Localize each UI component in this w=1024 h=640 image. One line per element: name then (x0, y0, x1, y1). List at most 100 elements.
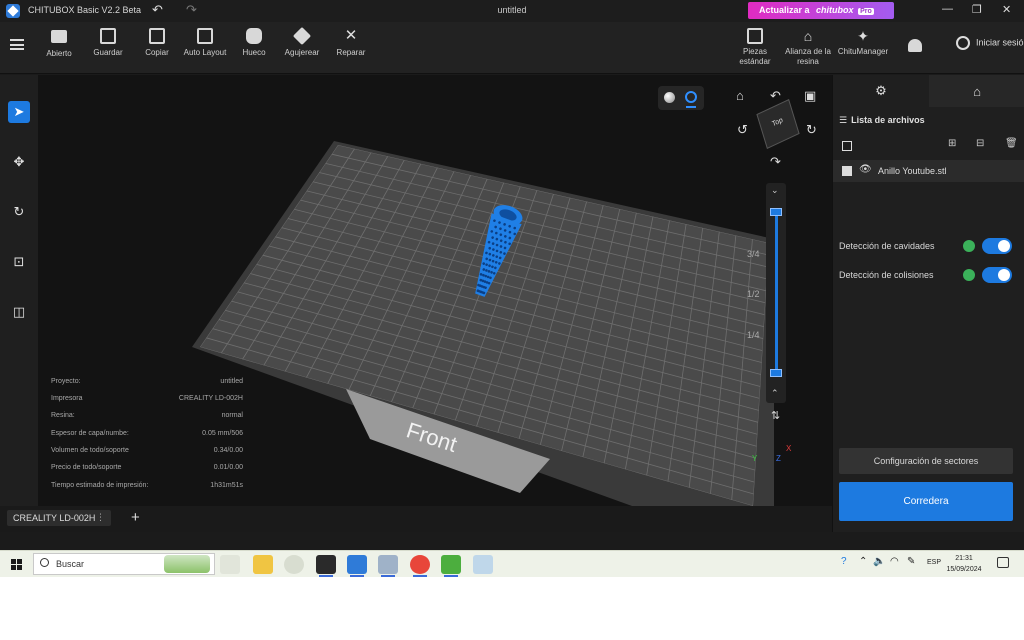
solid-render-icon[interactable] (664, 92, 675, 103)
clock-date: 15/09/2024 (946, 566, 982, 573)
add-printer-icon[interactable]: + (131, 509, 140, 526)
tab-supports[interactable]: ⌂ (929, 75, 1024, 107)
layer-slider[interactable]: ⌄ ⌃ (766, 183, 786, 403)
search-highlight-image (164, 555, 210, 573)
copy-icon (149, 28, 165, 44)
open-button[interactable]: Abierto (44, 28, 74, 58)
volume-icon[interactable]: 🔈 (873, 556, 885, 567)
select-all-checkbox[interactable] (842, 141, 852, 151)
pen-tool-icon[interactable] (473, 555, 493, 574)
minimize-icon[interactable]: — (942, 3, 953, 15)
pro-badge: Pro (858, 8, 874, 15)
resin-alliance-label-1: Alianza de la (785, 47, 831, 56)
file-explorer-icon[interactable] (253, 555, 273, 574)
delete-icon[interactable]: 🗑 (1005, 138, 1018, 149)
3d-viewport[interactable]: Front (38, 75, 832, 506)
info-row: Espesor de capa/numbe: 0.05 mm/506 (51, 430, 243, 437)
rotate-right-icon[interactable]: ↻ (806, 122, 817, 138)
status-ok-icon (963, 269, 975, 281)
maximize-icon[interactable]: ❐ (972, 3, 982, 16)
file-name: Anillo Youtube.stl (878, 166, 947, 176)
repair-button[interactable]: ✕ Reparar (336, 27, 366, 58)
hollow-label: Hueco (242, 48, 266, 57)
drill-icon (292, 26, 312, 46)
collision-detection-toggle[interactable] (982, 267, 1012, 283)
chrome-icon[interactable] (410, 555, 430, 577)
hp-icon[interactable] (284, 555, 304, 574)
collision-detection-label: Detección de colisiones (839, 270, 934, 280)
taskbar-search-input[interactable]: Buscar (33, 553, 215, 575)
rotate-down-icon[interactable]: ↷ (770, 154, 781, 170)
layer-range-bar (775, 211, 778, 376)
file-list-item[interactable]: 👁 Anillo Youtube.stl (833, 160, 1024, 182)
more-options-icon[interactable]: ⋮ (96, 512, 105, 523)
cavity-detection-toggle[interactable] (982, 238, 1012, 254)
select-tool[interactable]: ➤ (8, 101, 30, 123)
menu-icon[interactable] (10, 39, 24, 50)
resin-alliance-button[interactable]: ⌂ Alianza de la resina (784, 28, 832, 67)
info-label: Resina: (51, 412, 75, 419)
rotate-left-icon[interactable]: ↺ (737, 122, 748, 138)
search-icon (40, 558, 49, 567)
rotate-tool[interactable]: ↻ (8, 201, 30, 223)
files-list-header: ☰ Lista de archivos (839, 115, 925, 126)
home-view-icon[interactable]: ⌂ (736, 88, 744, 103)
windows-start-icon[interactable] (11, 559, 22, 570)
copy-button[interactable]: Copiar (143, 28, 171, 57)
drill-button[interactable]: Agujerear (284, 26, 320, 57)
tab-file-settings[interactable]: ⚙ (833, 75, 929, 107)
layer-top-handle[interactable] (770, 208, 782, 216)
app-taskbar-icon[interactable] (378, 555, 398, 577)
repair-icon: ✕ (344, 27, 358, 44)
info-value: 0.01/0.00 (213, 464, 243, 471)
close-icon[interactable]: ✕ (1002, 3, 1011, 16)
move-tool[interactable]: ✥ (8, 151, 30, 173)
pen-icon[interactable]: ✎ (907, 556, 915, 567)
wifi-icon[interactable]: ◠ (890, 556, 899, 567)
file-checkbox[interactable] (842, 166, 852, 176)
printer-tab-label: CREALITY LD-002H (13, 513, 96, 523)
upgrade-pro-button[interactable]: Actualizar a chitubox Pro (748, 2, 894, 19)
wireframe-render-icon[interactable] (685, 91, 697, 103)
mirror-icon: ◫ (12, 304, 26, 319)
mirror-tool[interactable]: ◫ (8, 301, 30, 323)
taskbar-clock[interactable]: 21:31 15/09/2024 (944, 553, 984, 575)
cavity-detection-label: Detección de cavidades (839, 241, 935, 251)
printer-tabs-bar: CREALITY LD-002H ⋮ + (0, 506, 832, 532)
auto-layout-button[interactable]: Auto Layout (182, 28, 228, 57)
left-toolbar: ➤ ✥ ↻ ⊡ ◫ (0, 75, 38, 506)
chitumanager-button[interactable]: ✦ ChituManager (836, 28, 890, 57)
chevron-up-icon[interactable]: ⌃ (771, 388, 779, 399)
add-file-icon[interactable]: ⊞ (948, 138, 956, 149)
slice-button[interactable]: Corredera (839, 482, 1013, 521)
layer-step-icon[interactable]: ⇅ (771, 409, 780, 422)
eye-icon[interactable]: 👁 (859, 164, 872, 175)
layer-fraction-half: 1/2 (747, 289, 760, 299)
language-indicator[interactable]: ESP (927, 559, 941, 566)
notifications-icon[interactable] (997, 557, 1009, 568)
layer-bottom-handle[interactable] (770, 369, 782, 377)
notification-bell-icon[interactable] (908, 39, 922, 52)
standard-parts-button[interactable]: Piezas estándar (736, 28, 774, 67)
render-mode-toggle[interactable] (658, 86, 704, 110)
chevron-down-icon[interactable]: ⌄ (771, 185, 779, 196)
info-row: Resina: normal (51, 412, 243, 419)
iso-view-icon[interactable]: ▣ (804, 88, 816, 104)
clock-time: 21:31 (955, 555, 973, 562)
scale-tool[interactable]: ⊡ (8, 251, 30, 273)
save-button[interactable]: Guardar (92, 28, 124, 57)
inkscape-icon[interactable] (316, 555, 336, 577)
help-icon[interactable]: ? (841, 556, 847, 567)
rotate-ccw-icon[interactable]: ↶ (770, 88, 781, 104)
tray-chevron-icon[interactable]: ⌃ (859, 556, 867, 567)
hollow-button[interactable]: Hueco (240, 28, 268, 57)
task-view-icon[interactable] (220, 555, 240, 574)
camtasia-icon[interactable] (441, 555, 461, 577)
printer-tab[interactable]: CREALITY LD-002H ⋮ (7, 510, 111, 526)
login-button[interactable]: Iniciar sesión (956, 36, 1024, 50)
chitubox-taskbar-icon[interactable] (347, 555, 367, 577)
sector-config-button[interactable]: Configuración de sectores (839, 448, 1013, 474)
export-icon[interactable]: ⊟ (976, 138, 984, 149)
info-value: normal (221, 412, 243, 419)
cavity-detection-row: Detección de cavidades (839, 238, 1019, 254)
